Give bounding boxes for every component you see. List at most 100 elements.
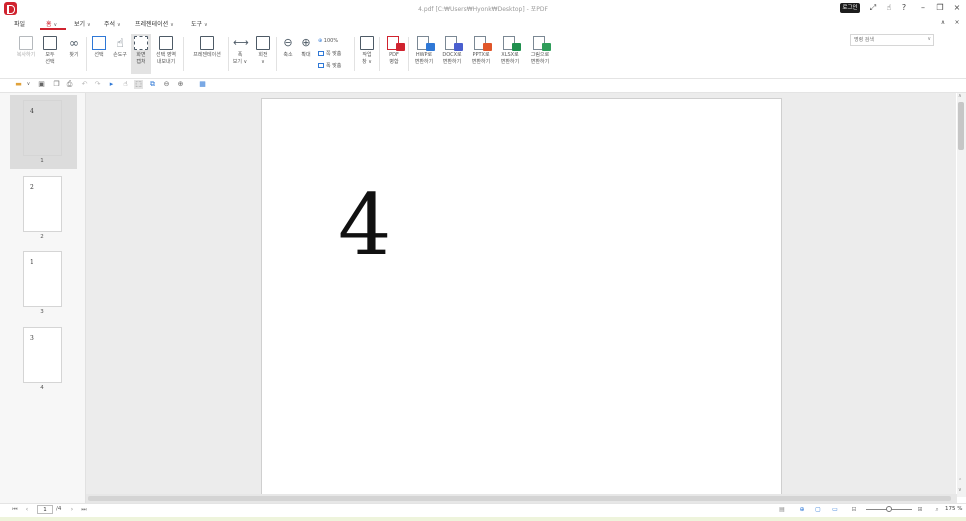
copy-button[interactable]: 복사하기 — [12, 34, 40, 74]
export-area-icon — [159, 36, 173, 50]
hand-tool-button[interactable]: ☝ 손도구 — [109, 34, 131, 74]
close-icon[interactable]: × — [952, 3, 962, 13]
zoom-out-icon: ⊖ — [283, 36, 293, 49]
zoom-level[interactable]: 175 % — [945, 506, 962, 512]
to-docx-button[interactable]: DOCX로 변환하기 — [439, 34, 465, 74]
menu-tools[interactable]: 도구 ∨ — [191, 19, 208, 28]
hand-small-icon[interactable]: ☝ — [121, 80, 130, 89]
page-number-input[interactable]: 1 — [37, 505, 53, 514]
scroll-up-icon[interactable]: ∧ — [958, 93, 962, 99]
zoom-in-small-icon[interactable]: ⊕ — [176, 80, 185, 89]
thumbnail-number: 1 — [40, 158, 44, 164]
to-pptx-button[interactable]: PPTX로 변환하기 — [467, 34, 495, 74]
ribbon-separator — [228, 37, 229, 71]
fit-page-icon — [318, 51, 324, 56]
docx-file-icon — [445, 36, 463, 51]
menu-view[interactable]: 보기 ∨ — [74, 19, 91, 28]
find-button[interactable]: ∞ 찾기 — [64, 34, 84, 74]
pdf-merge-icon — [387, 36, 405, 51]
chevron-down-icon[interactable]: ∨ — [24, 80, 33, 89]
to-image-button[interactable]: 그림으로 변환하기 — [526, 34, 554, 74]
thumbnail-page-3[interactable]: 1 — [23, 251, 62, 307]
chevron-down-icon: ∨ — [87, 22, 91, 28]
zoom-in-status-icon[interactable]: ⊞ — [916, 506, 924, 513]
menu-home[interactable]: 홈 ∨ — [46, 19, 57, 28]
pdf-page[interactable]: 4 — [261, 98, 782, 496]
to-xlsx-button[interactable]: XLSX로 변환하기 — [497, 34, 523, 74]
chevron-down-icon: ∨ — [170, 22, 174, 28]
scroll-down-icon[interactable]: ∨ — [958, 487, 962, 493]
next-page-icon[interactable]: › — [68, 506, 76, 513]
zoom-in-button[interactable]: ⊕ 확대 — [297, 34, 315, 74]
minimize-icon[interactable]: – — [918, 3, 928, 13]
page-work-button[interactable]: 작업 창 ∨ — [357, 34, 377, 74]
export-area-button[interactable]: 선택 영역 내보내기 — [152, 34, 180, 74]
restore-icon[interactable]: ❐ — [935, 3, 945, 13]
ribbon-separator — [408, 37, 409, 71]
scroll-page-up-icon[interactable]: ⌃ — [958, 478, 962, 484]
open-folder-icon[interactable]: ▬ — [14, 80, 23, 89]
ribbon-separator — [276, 37, 277, 71]
undo-icon[interactable]: ↶ — [80, 80, 89, 89]
zoom-100-button[interactable]: ⊕ 100% — [318, 38, 338, 44]
zoom-view-icon[interactable]: ⊕ — [798, 506, 806, 513]
last-page-icon[interactable]: ⏭ — [80, 506, 88, 514]
fit-page-button[interactable]: 쪽 맞춤 — [318, 50, 341, 57]
screen-capture-button[interactable]: 화면 캡처 — [131, 34, 151, 74]
zoom-out-button[interactable]: ⊖ 축소 — [279, 34, 297, 74]
hand-icon: ☝ — [116, 36, 124, 50]
help-icon[interactable]: ? — [899, 3, 909, 13]
save-icon[interactable]: ▣ — [37, 80, 46, 89]
fit-width-view-icon[interactable]: ▭ — [831, 506, 839, 513]
select-cursor-icon — [92, 36, 106, 50]
search-zoom-icon[interactable]: ⌕ — [933, 506, 941, 514]
select-all-button[interactable]: 모두 선택 — [40, 34, 60, 74]
menu-presentation[interactable]: 프레젠테이션 ∨ — [135, 19, 174, 28]
chevron-down-icon: ∨ — [204, 22, 208, 28]
select-small-icon[interactable]: ▸ — [107, 80, 116, 89]
xlsx-file-icon — [503, 36, 521, 51]
chevron-down-icon: ∨ — [117, 22, 121, 28]
to-hwp-button[interactable]: HWP로 변환하기 — [411, 34, 437, 74]
pdf-merge-button[interactable]: PDF 병합 — [383, 34, 405, 74]
customize-toolbar-icon[interactable]: ▦ — [198, 80, 207, 89]
collapse-ribbon-icon[interactable]: ∧ — [938, 18, 948, 28]
copy-icon — [19, 36, 33, 50]
menu-annotation[interactable]: 주석 ∨ — [104, 19, 121, 28]
rotate-button[interactable]: 회전 ∨ — [253, 34, 273, 74]
thumbnail-page-4[interactable]: 3 — [23, 327, 62, 383]
fit-page-view-icon[interactable]: ▢ — [814, 506, 822, 513]
single-page-view-icon[interactable]: ▤ — [778, 506, 786, 513]
zoom-slider-knob[interactable] — [886, 506, 892, 512]
fit-width-small-button[interactable]: 폭 맞춤 — [318, 62, 341, 69]
export-small-icon[interactable]: ⧉ — [148, 80, 157, 89]
redo-icon[interactable]: ↷ — [93, 80, 102, 89]
presentation-button[interactable]: 프레젠테이션 — [187, 34, 227, 74]
ribbon-menu-icon[interactable]: × — [952, 18, 962, 28]
zoom-out-status-icon[interactable]: ⊟ — [850, 506, 858, 513]
ribbon-separator — [86, 37, 87, 71]
page-content: 4 — [338, 176, 392, 274]
login-button[interactable]: 로그인 — [840, 3, 860, 13]
expand-icon[interactable]: ⤢ — [868, 3, 878, 13]
menu-file[interactable]: 파일 — [14, 19, 25, 28]
copy-page-icon[interactable]: ❐ — [52, 80, 61, 89]
first-page-icon[interactable]: ⏮ — [11, 506, 19, 514]
thumbnail-page-2[interactable]: 2 — [23, 176, 62, 232]
horizontal-scroll-thumb[interactable] — [88, 496, 951, 501]
vertical-scrollbar[interactable]: ∧ ⌃ ∨ — [957, 93, 966, 497]
ribbon-separator — [354, 37, 355, 71]
presentation-icon — [200, 36, 214, 50]
hwp-file-icon — [417, 36, 435, 51]
print-icon[interactable]: ⎙ — [65, 80, 74, 89]
capture-small-icon[interactable]: ⬚ — [134, 80, 143, 89]
zoom-out-small-icon[interactable]: ⊖ — [162, 80, 171, 89]
fit-width-button[interactable]: ⟷ 폭 보기 ∨ — [230, 34, 250, 74]
select-tool-button[interactable]: 선택 — [89, 34, 109, 74]
thumbnail-page-1[interactable]: 4 — [23, 100, 62, 156]
hand-icon[interactable]: ☝ — [884, 3, 894, 13]
window-title: 4.pdf [C:₩Users₩Hyonk₩Desktop] - 포PDF — [418, 6, 548, 13]
vertical-scroll-thumb[interactable] — [958, 102, 964, 150]
prev-page-icon[interactable]: ‹ — [23, 506, 31, 513]
page-work-icon — [360, 36, 374, 50]
